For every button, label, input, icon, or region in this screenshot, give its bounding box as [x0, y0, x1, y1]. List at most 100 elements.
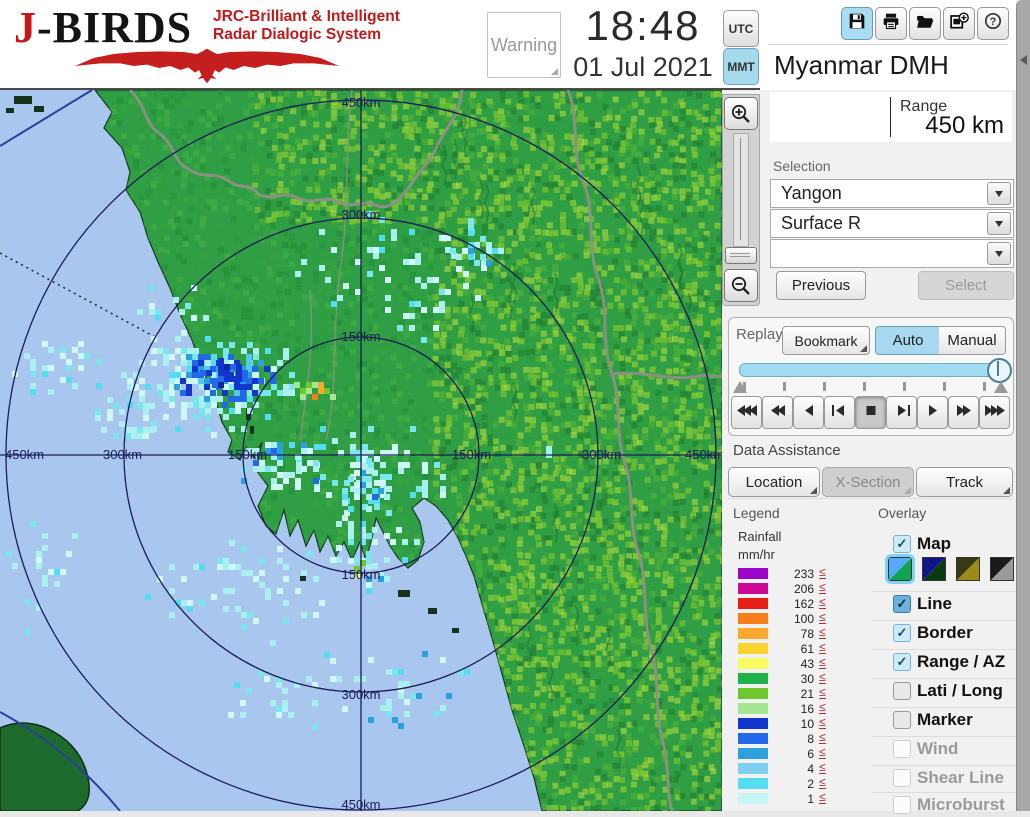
- bar-left-playback-button[interactable]: [824, 396, 855, 429]
- slider-end-marker-icon: [994, 381, 1008, 393]
- triple-left-playback-button[interactable]: [731, 396, 762, 429]
- single-right-playback-button[interactable]: [917, 396, 948, 429]
- ring-label: 300km: [341, 687, 380, 702]
- utc-button[interactable]: UTC: [723, 10, 759, 47]
- ring-label: 300km: [582, 447, 621, 462]
- double-left-playback-button[interactable]: [762, 396, 793, 429]
- menu-corner-icon: [551, 68, 558, 75]
- warning-button[interactable]: Warning: [487, 12, 561, 78]
- checkbox[interactable]: ✓: [893, 595, 911, 613]
- select-button[interactable]: Select: [918, 271, 1014, 300]
- legend-unit-line1: Rainfall: [738, 529, 781, 544]
- help-button[interactable]: ?: [977, 7, 1009, 40]
- manual-button[interactable]: Manual: [939, 326, 1006, 355]
- chevron-down-icon: [995, 191, 1003, 197]
- legend-unit-line2: mm/hr: [738, 547, 775, 562]
- jbirds-app: J-BIRDS JRC-Brilliant & Intelligent Rada…: [0, 0, 1030, 811]
- save-button[interactable]: [841, 7, 873, 40]
- legend-row: 16≤: [722, 703, 872, 714]
- legend-row: 206≤: [722, 583, 872, 594]
- replay-slider-track[interactable]: [739, 363, 1003, 377]
- zoom-slider-track[interactable]: [733, 133, 749, 247]
- lte-symbol: ≤: [819, 761, 826, 774]
- lte-symbol: ≤: [819, 626, 826, 639]
- checkbox[interactable]: ✓: [893, 624, 911, 642]
- panel-collapse-strip[interactable]: [1016, 0, 1030, 811]
- overlay-item-range-az: ✓Range / AZ: [872, 649, 1016, 674]
- map-style-swatch-olive-gold[interactable]: [956, 557, 980, 581]
- print-button[interactable]: [875, 7, 907, 40]
- overlay-item-shear-line: Shear Line: [872, 765, 1016, 790]
- lte-symbol: ≤: [819, 656, 826, 669]
- map-style-swatch-blue-green[interactable]: [888, 557, 912, 581]
- range-divider: [890, 97, 891, 137]
- slider-tick: [903, 382, 906, 391]
- overlay-item-label: Wind: [917, 739, 958, 759]
- magnifier-plus-icon: [730, 103, 752, 125]
- radar-map[interactable]: 450km300km150km150km300km450km450km300km…: [0, 90, 722, 811]
- lte-symbol: ≤: [819, 671, 826, 684]
- dropdown-product[interactable]: Surface R: [770, 209, 1014, 238]
- legend-row: 8≤: [722, 733, 872, 744]
- folder-button[interactable]: [909, 7, 941, 40]
- ring-label: 450km: [341, 797, 380, 811]
- location-button[interactable]: Location: [728, 467, 820, 497]
- map-style-swatch-navy-darkgreen[interactable]: [922, 557, 946, 581]
- stop-playback-button[interactable]: [855, 396, 886, 429]
- double-left-icon: [767, 403, 789, 423]
- legend-row: 4≤: [722, 763, 872, 774]
- checkbox[interactable]: ✓: [893, 653, 911, 671]
- zoom-slider-handle[interactable]: [725, 247, 757, 264]
- warning-label: Warning: [491, 35, 557, 56]
- legend-value: 43: [762, 657, 814, 671]
- legend-value: 233: [762, 567, 814, 581]
- dropdown-site[interactable]: Yangon: [770, 179, 1014, 208]
- overlay-item-label: Map: [917, 534, 951, 554]
- dropdown-arrow-button[interactable]: [987, 212, 1011, 235]
- chevron-down-icon: [995, 251, 1003, 257]
- button-label: X-Section: [835, 474, 900, 491]
- chevron-down-icon: [995, 221, 1003, 227]
- save-icon: [848, 12, 866, 35]
- lte-symbol: ≤: [819, 581, 826, 594]
- bar-right-playback-button[interactable]: [886, 396, 917, 429]
- button-label: Track: [946, 474, 983, 491]
- legend-row: 43 ≤: [722, 658, 872, 669]
- legend-label: Legend: [733, 505, 780, 521]
- map-style-swatches: [872, 556, 1016, 584]
- checkbox: [893, 796, 911, 814]
- checkbox[interactable]: [893, 711, 911, 729]
- clock-time: 18:48: [568, 2, 718, 50]
- slider-tick: [863, 382, 866, 391]
- replay-slider-ticks: [729, 380, 1013, 394]
- menu-corner-icon: [810, 487, 817, 494]
- legend-row: 21≤: [722, 688, 872, 699]
- ring-label: 150km: [228, 447, 267, 462]
- range-box: Range 450 km: [770, 92, 1012, 142]
- bar-left-icon: [829, 403, 851, 423]
- single-left-playback-button[interactable]: [793, 396, 824, 429]
- map-style-swatch-black-gray[interactable]: [990, 557, 1014, 581]
- dropdown-option[interactable]: [770, 239, 1014, 268]
- double-right-playback-button[interactable]: [948, 396, 979, 429]
- overlay-item-lati-long: Lati / Long: [872, 678, 1016, 703]
- dropdown-arrow-button[interactable]: [987, 242, 1011, 265]
- add-image-button[interactable]: [943, 7, 975, 40]
- track-button[interactable]: Track: [916, 467, 1013, 497]
- overlay-item-line: ✓Line: [872, 591, 1016, 616]
- previous-label: Previous: [792, 277, 850, 294]
- dropdown-arrow-button[interactable]: [987, 182, 1011, 205]
- bookmark-button[interactable]: Bookmark: [782, 326, 870, 355]
- previous-button[interactable]: Previous: [776, 271, 866, 300]
- checkbox[interactable]: [893, 682, 911, 700]
- checkbox[interactable]: ✓: [893, 535, 911, 553]
- x-section-button[interactable]: X-Section: [822, 467, 914, 497]
- auto-button[interactable]: Auto: [875, 326, 941, 355]
- triple-right-playback-button[interactable]: [979, 396, 1010, 429]
- overlay-item-border: ✓Border: [872, 620, 1016, 645]
- replay-label: Replay: [736, 326, 783, 343]
- zoom-out-button[interactable]: [724, 269, 758, 302]
- slider-tick: [983, 382, 986, 391]
- mmt-button[interactable]: MMT: [723, 48, 759, 85]
- zoom-in-button[interactable]: [724, 97, 758, 130]
